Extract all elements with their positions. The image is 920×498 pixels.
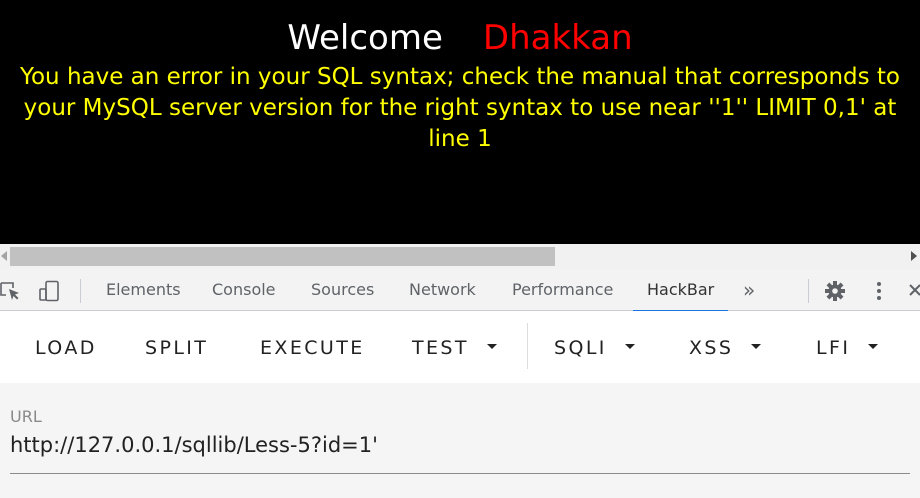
toolbar-divider xyxy=(80,279,81,303)
execute-button-label: EXECUTE xyxy=(260,337,365,359)
test-dropdown-button[interactable]: TEST xyxy=(412,311,497,383)
scroll-right-arrow-icon[interactable] xyxy=(911,251,917,261)
kebab-menu-icon[interactable] xyxy=(868,280,890,302)
devtools-tab-bar: Elements Console Sources Network Perform… xyxy=(0,269,920,312)
caret-down-icon xyxy=(486,344,497,349)
tab-elements[interactable]: Elements xyxy=(106,269,181,311)
horizontal-scrollbar[interactable] xyxy=(0,244,920,269)
welcome-name: Dhakkan xyxy=(482,18,633,58)
caret-down-icon xyxy=(751,344,762,349)
inspect-icon[interactable] xyxy=(0,280,22,302)
url-input[interactable]: http://127.0.0.1/sqllib/Less-5?id=1' xyxy=(10,433,378,457)
sql-error-line: You have an error in your SQL syntax; ch… xyxy=(19,64,901,90)
sqli-dropdown-button[interactable]: SQLI xyxy=(554,311,635,383)
split-button-label: SPLIT xyxy=(145,337,209,359)
toolbar-divider xyxy=(527,323,528,369)
hackbar-toolbar: LOAD SPLIT EXECUTE TEST SQLI XSS LFI xyxy=(0,311,920,383)
scrollbar-thumb[interactable] xyxy=(10,247,555,266)
url-underline xyxy=(10,473,910,474)
toolbar-divider xyxy=(808,279,809,303)
tab-performance[interactable]: Performance xyxy=(512,269,613,311)
tab-sources[interactable]: Sources xyxy=(311,269,374,311)
caret-down-icon xyxy=(624,344,635,349)
page-viewport: Welcome Dhakkan You have an error in your… xyxy=(0,0,920,244)
scroll-left-arrow-icon[interactable] xyxy=(1,251,7,261)
tab-network[interactable]: Network xyxy=(409,269,476,311)
load-button-label: LOAD xyxy=(35,337,97,359)
welcome-text: Welcome xyxy=(287,18,443,58)
sql-error-message: You have an error in your SQL syntax; ch… xyxy=(10,62,910,155)
xss-dropdown-button[interactable]: XSS xyxy=(689,311,762,383)
sql-error-line: line 1 xyxy=(428,126,492,152)
test-button-label: TEST xyxy=(412,337,469,359)
split-button[interactable]: SPLIT xyxy=(145,311,208,383)
lfi-button-label: LFI xyxy=(816,337,851,359)
sql-error-line: your MySQL server version for the right … xyxy=(23,95,897,121)
url-label: URL xyxy=(10,407,42,426)
tab-console[interactable]: Console xyxy=(212,269,276,311)
execute-button[interactable]: EXECUTE xyxy=(260,311,365,383)
close-icon[interactable] xyxy=(906,280,920,302)
welcome-heading: Welcome Dhakkan xyxy=(0,16,920,60)
gear-icon[interactable] xyxy=(824,280,846,302)
sqli-button-label: SQLI xyxy=(554,337,607,359)
lfi-dropdown-button[interactable]: LFI xyxy=(816,311,879,383)
load-button[interactable]: LOAD xyxy=(35,311,97,383)
xss-button-label: XSS xyxy=(689,337,734,359)
more-tabs-chevron-icon[interactable]: » xyxy=(743,269,755,311)
url-field-container: URL http://127.0.0.1/sqllib/Less-5?id=1' xyxy=(0,383,920,498)
caret-down-icon xyxy=(868,344,879,349)
tab-hackbar[interactable]: HackBar xyxy=(632,269,729,312)
device-toolbar-icon[interactable] xyxy=(38,280,60,302)
